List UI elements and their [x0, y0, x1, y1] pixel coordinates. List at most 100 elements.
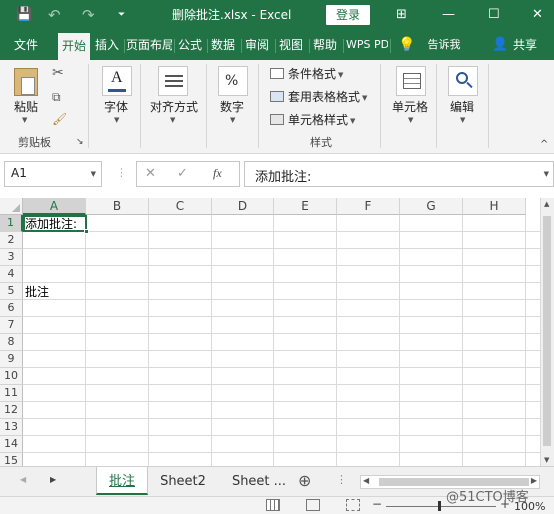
chevron-down-icon[interactable]: ▼ [22, 116, 27, 124]
chevron-down-icon[interactable]: ▼ [460, 116, 465, 124]
column-header-c[interactable]: C [149, 198, 212, 215]
chevron-down-icon[interactable]: ▼ [114, 116, 119, 124]
save-icon[interactable]: 💾 [16, 6, 32, 24]
undo-icon[interactable]: ↶ [48, 6, 61, 24]
editing-button[interactable]: 编辑 [450, 100, 474, 114]
chevron-down-icon[interactable]: ▼ [91, 170, 96, 178]
paste-icon[interactable] [14, 68, 38, 96]
horizontal-scroll-thumb[interactable] [379, 478, 529, 486]
number-button[interactable]: 数字 [220, 100, 244, 114]
column-header-h[interactable]: H [463, 198, 526, 215]
alignment-icon[interactable] [158, 66, 188, 96]
vertical-scroll-thumb[interactable] [543, 216, 551, 446]
font-button[interactable]: 字体 [104, 100, 128, 114]
alignment-button[interactable]: 对齐方式 [150, 100, 198, 114]
cell-a5[interactable]: 批注 [25, 284, 49, 300]
tab-wps-pdf[interactable]: WPS PDF [346, 30, 388, 60]
chevron-down-icon[interactable]: ▼ [362, 94, 367, 102]
cell-style-button[interactable]: 单元格样式 [288, 113, 348, 127]
redo-icon[interactable]: ↷ [82, 6, 95, 24]
tab-formulas[interactable]: 公式 [176, 30, 204, 60]
row-header-9[interactable]: 9 [0, 351, 23, 368]
number-format-icon[interactable]: % [218, 66, 248, 96]
cells-icon[interactable] [396, 66, 426, 96]
row-header-4[interactable]: 4 [0, 266, 23, 283]
cancel-icon[interactable]: ✕ [145, 166, 156, 181]
normal-view-icon[interactable] [266, 499, 280, 511]
fill-handle[interactable] [84, 229, 89, 234]
column-header-a[interactable]: A [23, 198, 86, 215]
tab-review[interactable]: 审阅 [243, 30, 271, 60]
formula-input[interactable]: 添加批注: ▼ [244, 161, 554, 187]
page-layout-view-icon[interactable] [306, 499, 320, 511]
tab-page-layout[interactable]: 页面布局 [126, 30, 172, 60]
maximize-button[interactable]: ☐ [488, 6, 500, 24]
sheet-tab-more[interactable]: Sheet ... [224, 467, 294, 495]
minimize-button[interactable]: — [442, 6, 455, 24]
next-sheet-icon[interactable]: ▶ [50, 475, 56, 484]
add-sheet-button[interactable]: ⊕ [298, 471, 311, 490]
close-button[interactable]: ✕ [532, 6, 543, 24]
row-header-15[interactable]: 15 [0, 453, 23, 466]
row-header-13[interactable]: 13 [0, 419, 23, 436]
chevron-down-icon[interactable]: ▼ [408, 116, 413, 124]
tell-me-search[interactable]: 告诉我 [424, 30, 464, 60]
conditional-format-button[interactable]: 条件格式 [288, 67, 336, 81]
column-header-d[interactable]: D [212, 198, 274, 215]
expand-formula-icon[interactable]: ▼ [544, 170, 549, 178]
row-header-3[interactable]: 3 [0, 249, 23, 266]
dialog-launcher-icon[interactable]: ↘ [76, 136, 84, 149]
copy-icon[interactable]: ⧉ [52, 90, 61, 104]
column-header-e[interactable]: E [274, 198, 337, 215]
zoom-out-icon[interactable]: − [372, 497, 382, 511]
tab-splitter-icon[interactable]: ⋮ [336, 473, 347, 486]
page-break-view-icon[interactable] [346, 499, 360, 511]
share-button[interactable]: 共享 [510, 30, 540, 60]
tab-insert[interactable]: 插入 [92, 30, 122, 60]
row-header-14[interactable]: 14 [0, 436, 23, 453]
tab-help[interactable]: 帮助 [311, 30, 339, 60]
enter-icon[interactable]: ✓ [177, 166, 188, 181]
ribbon-display-options-icon[interactable]: ⊞ [396, 6, 407, 24]
row-header-12[interactable]: 12 [0, 402, 23, 419]
scroll-down-icon[interactable]: ▼ [544, 456, 549, 464]
name-box[interactable]: A1 ▼ [4, 161, 102, 187]
scroll-up-icon[interactable]: ▲ [544, 200, 549, 208]
collapse-ribbon-icon[interactable]: ^ [540, 138, 548, 151]
row-header-7[interactable]: 7 [0, 317, 23, 334]
paste-button[interactable]: 粘贴 [14, 100, 38, 114]
chevron-down-icon[interactable]: ▼ [230, 116, 235, 124]
cells-button[interactable]: 单元格 [392, 100, 428, 114]
column-header-b[interactable]: B [86, 198, 149, 215]
tab-file[interactable]: 文件 [6, 30, 46, 60]
row-header-8[interactable]: 8 [0, 334, 23, 351]
format-painter-icon[interactable]: 🖌 [52, 112, 67, 126]
tab-view[interactable]: 视图 [277, 30, 305, 60]
cut-icon[interactable]: ✂ [52, 66, 64, 80]
sheet-tab-comments[interactable]: 批注 [96, 467, 148, 495]
row-header-10[interactable]: 10 [0, 368, 23, 385]
chevron-down-icon[interactable]: ▼ [338, 71, 343, 79]
chevron-down-icon[interactable]: ▼ [170, 116, 175, 124]
sheet-tab-sheet2[interactable]: Sheet2 [152, 467, 214, 495]
customize-toolbar-icon[interactable]: ⏷ [118, 6, 125, 24]
row-header-6[interactable]: 6 [0, 300, 23, 317]
search-icon[interactable] [448, 66, 478, 96]
insert-function-icon[interactable]: fx [213, 166, 222, 181]
row-header-2[interactable]: 2 [0, 232, 23, 249]
scroll-right-icon[interactable]: ▶ [531, 476, 537, 485]
prev-sheet-icon[interactable]: ◀ [20, 475, 26, 484]
font-icon[interactable]: A [102, 66, 132, 96]
zoom-slider-knob[interactable] [438, 501, 441, 511]
zoom-slider[interactable] [386, 506, 496, 507]
row-header-1[interactable]: 1 [0, 215, 23, 232]
column-header-g[interactable]: G [400, 198, 463, 215]
row-header-11[interactable]: 11 [0, 385, 23, 402]
chevron-down-icon[interactable]: ▼ [350, 117, 355, 125]
select-all-button[interactable] [0, 198, 23, 215]
table-format-button[interactable]: 套用表格格式 [288, 90, 360, 104]
login-button[interactable]: 登录 [326, 5, 370, 25]
column-header-f[interactable]: F [337, 198, 400, 215]
tab-data[interactable]: 数据 [209, 30, 237, 60]
row-header-5[interactable]: 5 [0, 283, 23, 300]
